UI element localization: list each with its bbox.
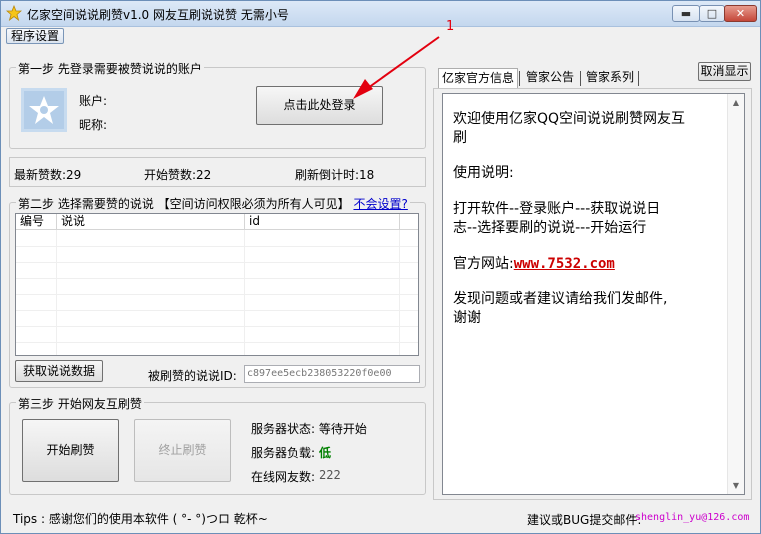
star-icon — [6, 5, 22, 21]
website-line: 官方网站:www.7532.com — [453, 255, 615, 274]
tab-separator — [638, 71, 639, 86]
step1-legend: 第一步 先登录需要被赞说说的账户 — [16, 60, 204, 77]
tab-announcements[interactable]: 管家公告 — [522, 68, 578, 88]
minimize-button[interactable]: ▬ — [672, 5, 700, 22]
grid-divider — [16, 294, 418, 295]
account-label: 账户: — [79, 94, 108, 108]
website-label: 官方网站: — [453, 256, 514, 272]
shuoshuo-id-label: 被刷赞的说说ID: — [148, 369, 237, 383]
server-load-value: 低 — [319, 446, 332, 460]
tab-series[interactable]: 管家系列 — [583, 68, 637, 88]
table-header: 编号 说说 id — [16, 214, 418, 230]
welcome-line-2: 刷 — [453, 130, 467, 146]
online-users-label: 在线网友数: — [251, 470, 316, 484]
column-header-id[interactable]: id — [245, 214, 400, 230]
stop-like-button[interactable]: 终止刷赞 — [134, 419, 231, 482]
grid-divider — [16, 326, 418, 327]
feedback-line-2: 谢谢 — [453, 310, 481, 326]
cancel-display-button[interactable]: 取消显示 — [698, 62, 751, 81]
grid-divider — [16, 278, 418, 279]
info-content[interactable]: 欢迎使用亿家QQ空间说说刷赞网友互 刷 使用说明: 打开软件--登录账户---获… — [442, 93, 745, 495]
fetch-data-button[interactable]: 获取说说数据 — [15, 360, 103, 382]
step2-legend: 第二步 选择需要赞的说说 【空间访问权限必须为所有人可见】 — [18, 197, 350, 211]
feedback-email[interactable]: shenglin_yu@126.com — [635, 512, 749, 523]
nickname-label: 昵称: — [79, 118, 108, 132]
annotation-number: 1 — [446, 19, 455, 34]
refresh-countdown: 刷新倒计时:18 — [295, 168, 375, 182]
start-likes: 开始赞数:22 — [144, 168, 212, 182]
close-button[interactable]: ✕ — [724, 5, 757, 22]
tab-separator — [580, 71, 581, 86]
server-status: 服务器状态: 等待开始 — [251, 422, 367, 436]
welcome-line-1: 欢迎使用亿家QQ空间说说刷赞网友互 — [453, 111, 686, 127]
step3-legend: 第三步 开始网友互刷赞 — [16, 395, 144, 412]
start-like-button[interactable]: 开始刷赞 — [22, 419, 119, 482]
instructions-heading: 使用说明: — [453, 165, 514, 181]
maximize-button[interactable]: □ — [699, 5, 725, 22]
content-scrollbar[interactable]: ▲ ▼ — [727, 94, 744, 494]
window-title: 亿家空间说说刷赞v1.0 网友互刷说说赞 无需小号 — [27, 8, 289, 22]
grid-divider — [16, 342, 418, 343]
website-link[interactable]: www.7532.com — [514, 256, 615, 272]
latest-likes: 最新赞数:29 — [14, 168, 82, 182]
feedback-line-1: 发现问题或者建议请给我们发邮件, — [453, 291, 668, 307]
scroll-up-icon[interactable]: ▲ — [728, 94, 744, 111]
grid-divider — [244, 230, 245, 355]
instructions-line-2: 志--选择要刷的说说---开始运行 — [453, 220, 647, 236]
menu-settings[interactable]: 程序设置 — [6, 28, 65, 44]
shuoshuo-id-input[interactable]: c897ee5ecb238053220f0e00 — [244, 365, 420, 383]
column-header-number[interactable]: 编号 — [16, 214, 57, 230]
grid-divider — [16, 310, 418, 311]
online-users-value: 222 — [319, 468, 341, 482]
server-load-label: 服务器负载: — [251, 446, 316, 460]
how-to-set-link[interactable]: 不会设置? — [353, 197, 407, 211]
scroll-down-icon[interactable]: ▼ — [728, 477, 744, 494]
shuoshuo-table[interactable]: 编号 说说 id — [15, 213, 419, 356]
tips-text: Tips : 感谢您们的使用本软件 ( °- °)つロ 乾杯~ — [13, 512, 268, 526]
step2-legend-wrap: 第二步 选择需要赞的说说 【空间访问权限必须为所有人可见】 不会设置? — [16, 195, 410, 212]
grid-divider — [56, 230, 57, 355]
column-header-shuoshuo[interactable]: 说说 — [57, 214, 245, 230]
grid-divider — [399, 230, 400, 355]
tab-separator — [519, 71, 520, 86]
feedback-label: 建议或BUG提交邮件: — [527, 513, 642, 527]
main-window: 亿家空间说说刷赞v1.0 网友互刷说说赞 无需小号 ▬ □ ✕ 程序设置 第一步… — [0, 0, 761, 534]
grid-divider — [16, 262, 418, 263]
instructions-line-1: 打开软件--登录账户---获取说说日 — [453, 201, 661, 217]
grid-divider — [16, 246, 418, 247]
avatar — [21, 88, 67, 132]
